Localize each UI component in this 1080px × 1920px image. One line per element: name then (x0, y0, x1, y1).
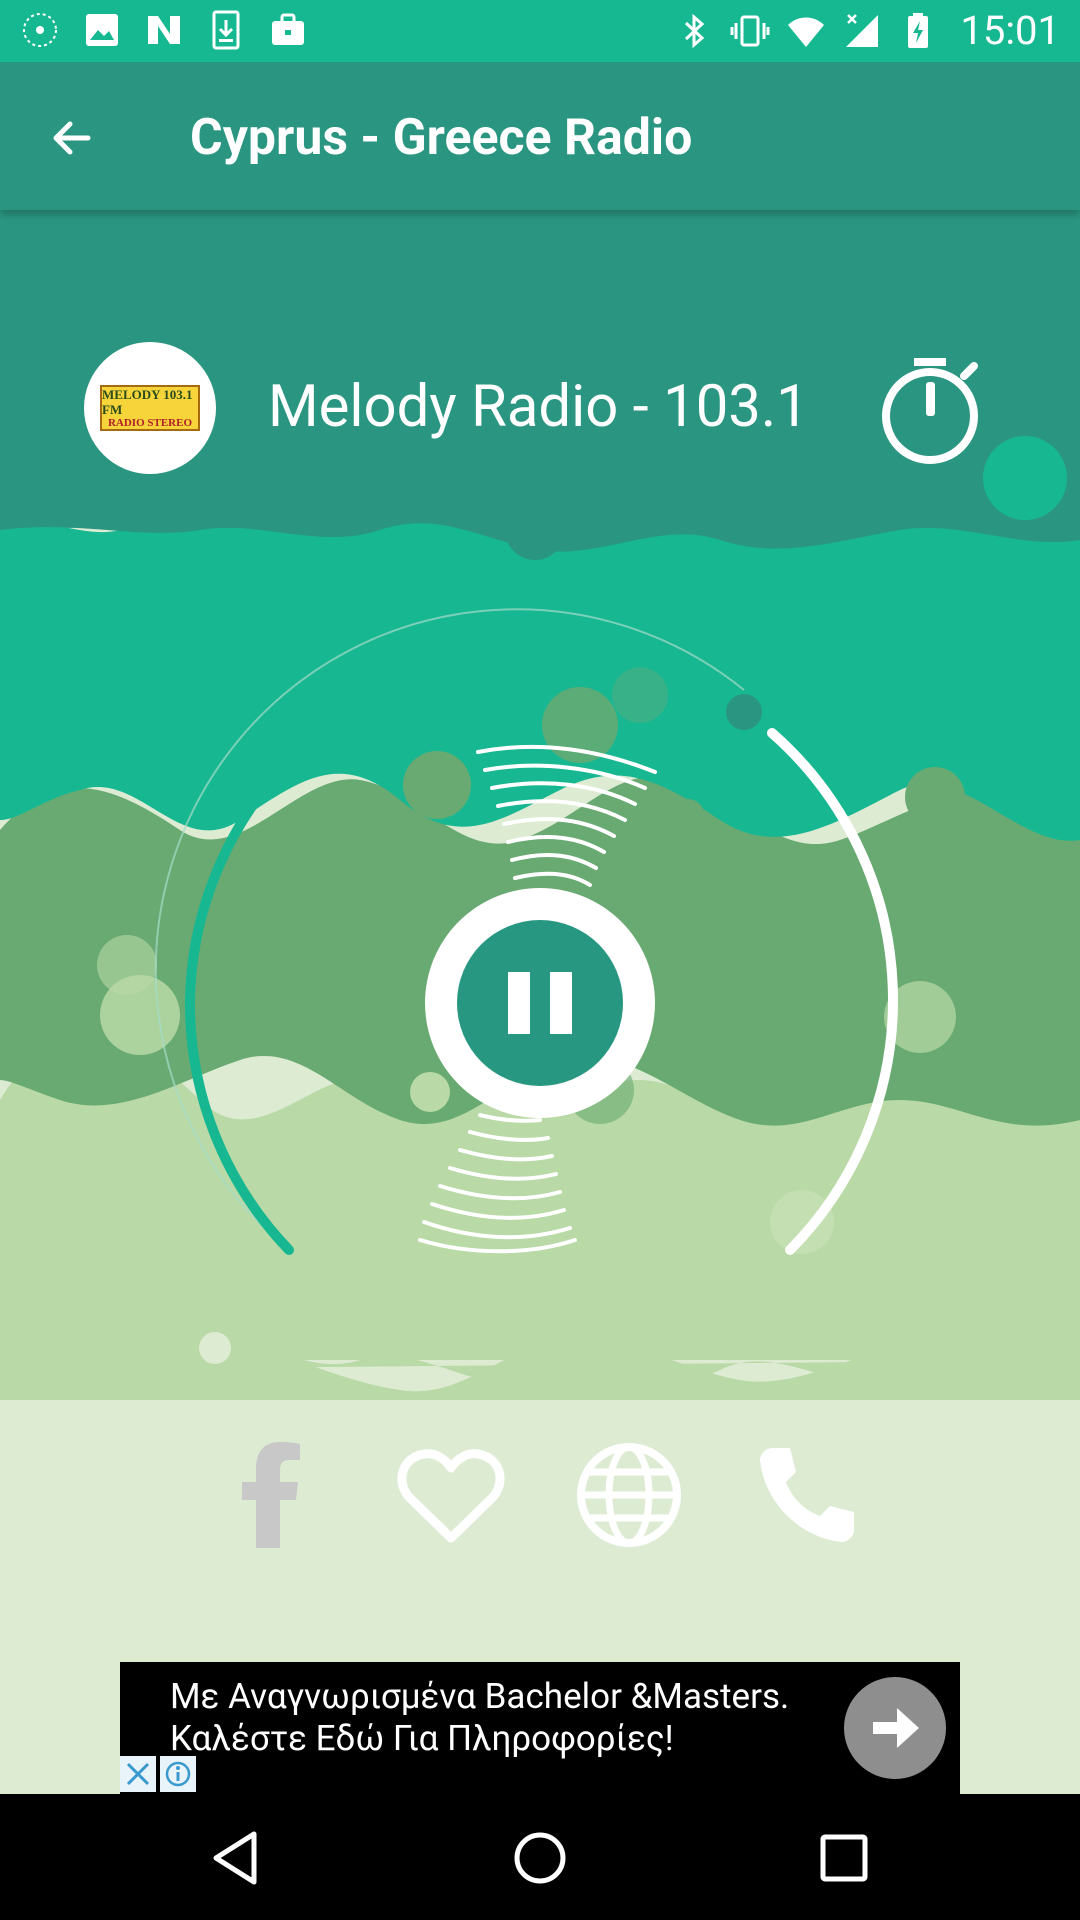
back-button[interactable] (40, 106, 104, 170)
website-button[interactable] (574, 1440, 684, 1550)
nav-back-button[interactable] (200, 1822, 272, 1894)
briefcase-icon (268, 10, 308, 50)
info-icon (165, 1761, 191, 1787)
ad-info-button[interactable] (160, 1756, 196, 1792)
app-icon (20, 10, 60, 50)
wifi-icon (786, 11, 826, 51)
status-time: 15:01 (960, 7, 1060, 54)
circle-home-icon (514, 1832, 566, 1884)
phone-icon (760, 1448, 854, 1542)
ad-close-button[interactable] (120, 1756, 156, 1792)
signal-icon (842, 11, 882, 51)
navigation-bar (0, 1794, 1080, 1920)
ad-banner[interactable]: Με Αναγνωρισμένα Bachelor &Masters. Καλέ… (120, 1662, 960, 1794)
status-bar: 15:01 (0, 0, 1080, 62)
ad-line-2: Καλέστε Εδώ Για Πληροφορίες! (170, 1718, 674, 1759)
n-icon (144, 10, 184, 50)
player-area (0, 600, 1080, 1300)
triangle-back-icon (213, 1831, 257, 1885)
favorite-button[interactable] (396, 1440, 506, 1550)
social-actions (0, 1440, 1080, 1560)
arrow-right-icon (873, 1708, 919, 1748)
bluetooth-icon (674, 11, 714, 51)
ad-arrow-button[interactable] (844, 1677, 946, 1779)
page-title: Cyprus - Greece Radio (190, 109, 693, 167)
logo-text: MELODY 103.1 FM (102, 387, 193, 417)
call-button[interactable] (752, 1440, 862, 1550)
battery-icon (898, 11, 938, 51)
close-icon (126, 1762, 150, 1786)
vibrate-icon (730, 11, 770, 51)
heart-icon (397, 1449, 505, 1543)
app-bar: Cyprus - Greece Radio (0, 62, 1080, 210)
globe-icon (577, 1443, 681, 1547)
nav-home-button[interactable] (504, 1822, 576, 1894)
ad-text: Με Αναγνωρισμένα Bachelor &Masters. Καλέ… (170, 1676, 789, 1760)
logo-sub: RADIO STEREO (107, 417, 193, 429)
arrow-back-icon (53, 121, 91, 155)
station-header: MELODY 103.1 FM RADIO STEREO Melody Radi… (0, 342, 1080, 474)
facebook-button[interactable] (218, 1440, 328, 1550)
station-name: Melody Radio - 103.1 (268, 373, 809, 441)
image-icon (82, 10, 122, 50)
sleep-timer-button[interactable] (874, 350, 990, 466)
station-logo: MELODY 103.1 FM RADIO STEREO (84, 342, 216, 474)
square-recents-icon (820, 1834, 868, 1882)
pause-icon (457, 920, 623, 1086)
facebook-icon (242, 1442, 300, 1548)
download-icon (206, 10, 246, 50)
pause-button[interactable] (425, 888, 655, 1118)
timer-icon (882, 358, 978, 464)
ad-line-1: Με Αναγνωρισμένα Bachelor &Masters. (170, 1676, 790, 1717)
nav-recents-button[interactable] (808, 1822, 880, 1894)
